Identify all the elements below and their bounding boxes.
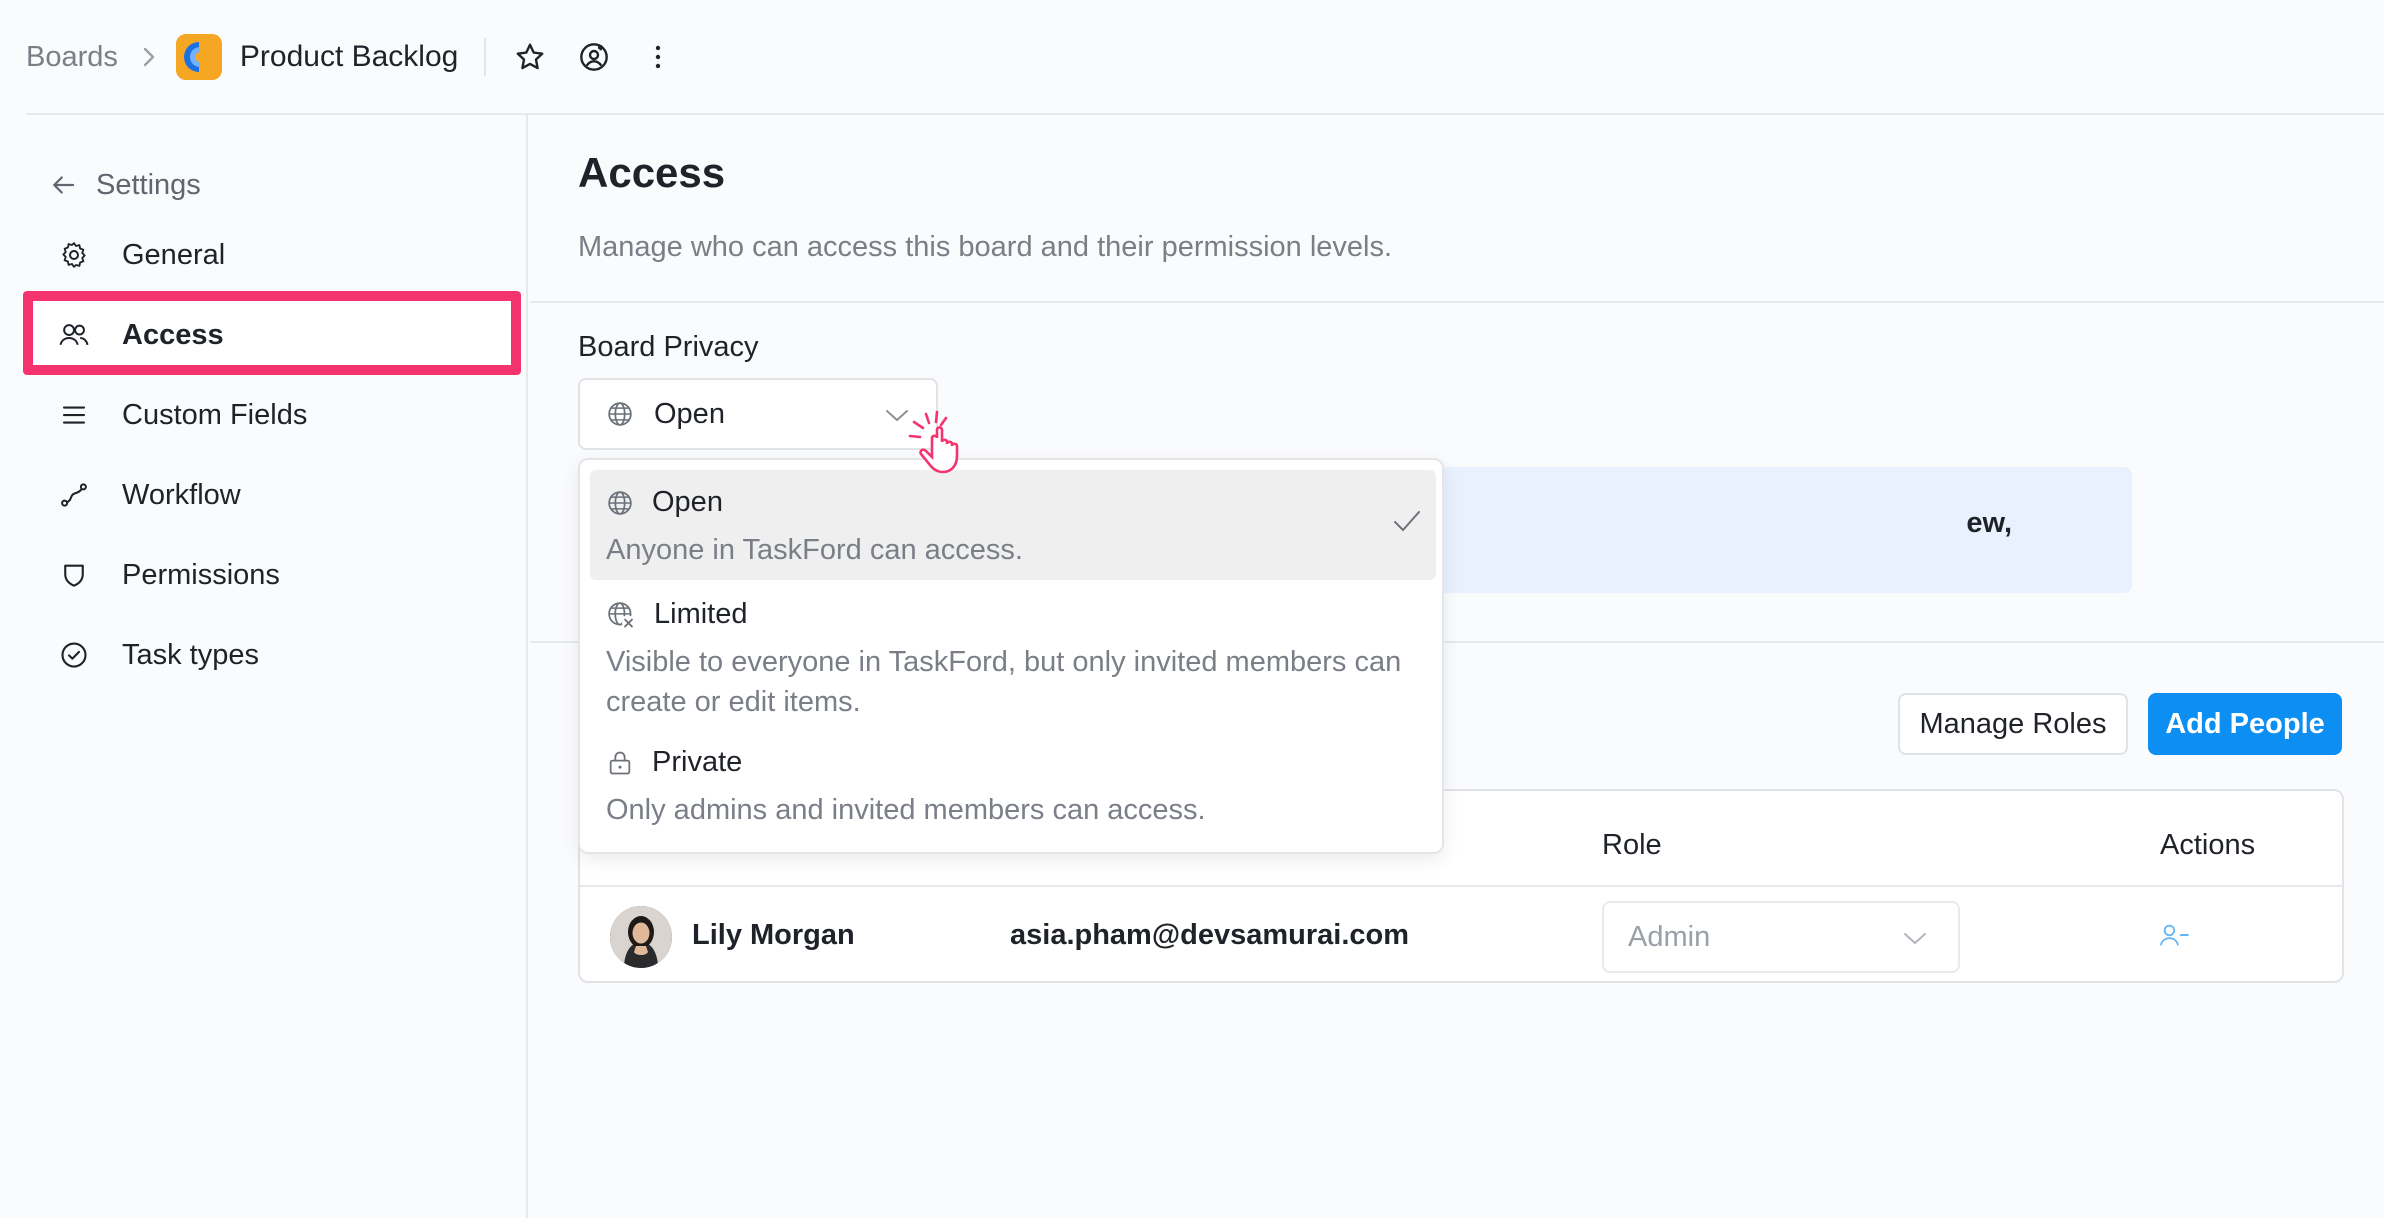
option-description: Anyone in TaskFord can access. [606,534,1023,566]
table-header-divider [580,885,2342,887]
member-role-select[interactable]: Admin [1602,901,1960,973]
option-title: Limited [654,598,748,630]
manage-roles-button[interactable]: Manage Roles [1898,693,2128,755]
page-subtitle: Manage who can access this board and the… [578,231,1393,263]
sidebar-item-label: Custom Fields [122,398,308,431]
sidebar-item-label: Access [122,318,224,351]
workflow-icon [52,473,96,517]
sidebar-item-workflow[interactable]: Workflow [52,465,492,525]
role-value: Admin [1628,920,1711,953]
globe-icon [606,489,634,517]
add-people-button[interactable]: Add People [2148,693,2342,755]
option-title: Open [652,486,723,518]
globe-limited-icon [606,600,636,630]
users-icon [52,313,96,357]
page-title: Access [578,149,726,196]
more-vertical-icon[interactable] [638,37,678,77]
avatar [610,906,672,968]
member-email: asia.pham@devsamurai.com [1010,919,1410,951]
sidebar-item-label: Workflow [122,478,241,511]
star-icon[interactable] [510,37,550,77]
sidebar-item-access[interactable]: Access [52,305,492,365]
privacy-option-limited[interactable]: Limited Visible to everyone in TaskFord,… [590,582,1436,728]
privacy-selected-value: Open [654,397,725,430]
arrow-left-icon [48,170,78,200]
board-privacy-select[interactable]: Open [578,378,938,450]
sidebar-item-label: General [122,238,226,271]
globe-icon [606,400,634,428]
section-divider [530,301,2384,303]
privacy-option-open[interactable]: Open Anyone in TaskFord can access. [590,470,1436,580]
sidebar-item-label: Task types [122,638,259,671]
column-header-actions: Actions [2160,829,2256,861]
member-name: Lily Morgan [692,919,855,951]
remove-member-icon[interactable] [2158,921,2190,949]
divider [484,38,487,76]
gear-icon [52,233,96,277]
privacy-info-text: ew, [1966,507,2012,539]
option-title: Private [652,746,743,778]
chevron-right-icon [140,44,158,70]
top-bar: Boards Product Backlog [0,0,2384,114]
settings-label: Settings [96,168,201,201]
sidebar-item-label: Permissions [122,558,280,591]
check-icon [1392,508,1422,534]
board-logo [175,34,222,80]
shield-icon [52,553,96,597]
board-privacy-label: Board Privacy [578,331,759,363]
check-circle-icon [52,633,96,677]
click-cursor-icon [906,408,986,484]
sidebar-item-permissions[interactable]: Permissions [52,545,492,605]
board-title[interactable]: Product Backlog [240,40,458,74]
list-icon [52,393,96,437]
column-header-role: Role [1602,829,1662,861]
settings-sidebar: Settings General Access Custom Fields Wo… [0,115,528,1218]
option-description: Visible to everyone in TaskFord, but onl… [606,646,1402,718]
breadcrumb-boards[interactable]: Boards [26,41,118,74]
privacy-info-banner: ew, [1390,467,2132,593]
sidebar-item-custom-fields[interactable]: Custom Fields [52,385,492,445]
chevron-down-icon [1902,927,1928,949]
privacy-option-private[interactable]: Private Only admins and invited members … [590,730,1436,846]
sidebar-item-task-types[interactable]: Task types [52,625,492,685]
option-description: Only admins and invited members can acce… [606,794,1206,826]
lock-icon [606,749,634,777]
back-to-settings[interactable]: Settings [48,153,201,217]
sidebar-item-general[interactable]: General [52,225,492,285]
board-privacy-dropdown: Open Anyone in TaskFord can access. Limi… [578,458,1444,854]
watch-icon[interactable] [574,37,614,77]
